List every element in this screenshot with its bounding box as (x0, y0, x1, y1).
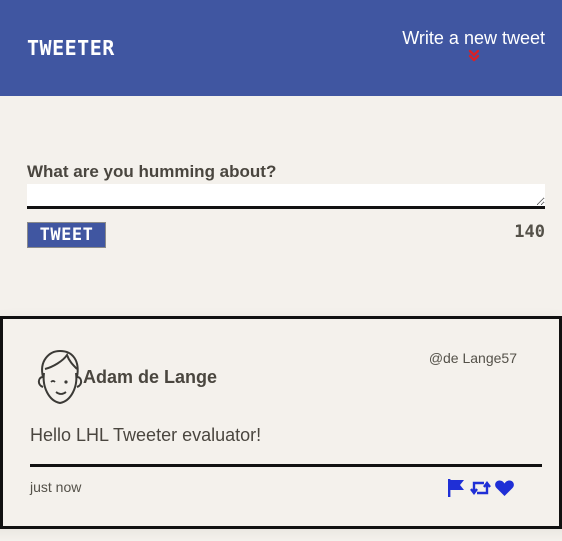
tweet-author-handle: @de Lange57 (428, 350, 517, 366)
write-new-tweet-label[interactable]: Write a new tweet (402, 28, 545, 49)
retweet-icon[interactable] (470, 478, 491, 498)
top-nav: Tweeter Write a new tweet (0, 0, 562, 96)
double-chevron-down-icon[interactable] (467, 49, 481, 63)
page-bottom-edge (0, 529, 562, 541)
tweet-divider (30, 464, 542, 467)
write-new-tweet-toggle[interactable]: Write a new tweet (402, 28, 545, 63)
tweet-actions (446, 478, 515, 498)
tweet-timestamp: just now (30, 479, 82, 495)
character-counter: 140 (514, 222, 545, 242)
tweet-card: Adam de Lange @de Lange57 Hello LHL Twee… (0, 316, 562, 529)
compose-prompt: What are you humming about? (27, 162, 277, 181)
tweet-textarea[interactable] (27, 184, 545, 209)
tweet-author-name: Adam de Lange (83, 367, 218, 387)
tweet-submit-button[interactable]: Tweet (27, 222, 106, 248)
brand-logo[interactable]: Tweeter (27, 36, 115, 60)
face-avatar-icon (37, 349, 83, 405)
heart-icon[interactable] (494, 478, 515, 498)
tweet-body-text: Hello LHL Tweeter evaluator! (30, 425, 262, 445)
flag-icon[interactable] (446, 478, 467, 498)
